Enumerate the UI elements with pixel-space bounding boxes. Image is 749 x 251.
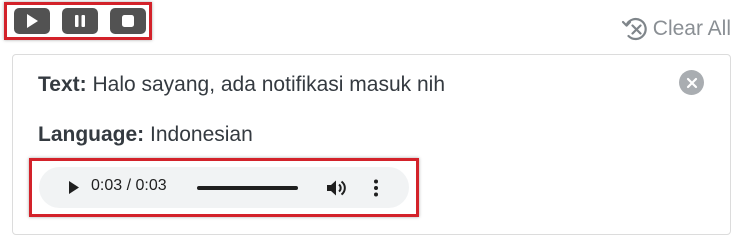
clear-all-label: Clear All (652, 17, 731, 40)
audio-progress-bar[interactable] (197, 186, 298, 190)
audio-player: 0:03 / 0:03 (39, 167, 409, 208)
play-icon[interactable] (67, 180, 81, 195)
language-value: Indonesian (150, 123, 253, 146)
history-clear-icon (621, 17, 647, 41)
language-label: Language: (38, 123, 145, 146)
pause-icon (75, 15, 85, 27)
text-label: Text: (38, 73, 87, 96)
pause-button[interactable] (62, 8, 98, 34)
tts-entry-card: Text: Halo sayang, ada notifikasi masuk … (12, 54, 731, 235)
audio-player-highlight: 0:03 / 0:03 (29, 158, 419, 217)
volume-icon[interactable] (325, 178, 347, 198)
more-vert-icon[interactable] (373, 178, 379, 198)
language-row: Language: Indonesian (38, 123, 253, 147)
play-icon (27, 14, 38, 28)
playback-controls (4, 2, 152, 40)
clear-all-button[interactable]: Clear All (620, 14, 731, 44)
remove-entry-button[interactable] (679, 70, 704, 95)
play-button[interactable] (14, 8, 50, 34)
stop-button[interactable] (110, 8, 146, 34)
page: Clear All Text: Halo sayang, ada notifik… (0, 0, 749, 251)
text-row: Text: Halo sayang, ada notifikasi masuk … (38, 73, 445, 97)
audio-time: 0:03 / 0:03 (91, 177, 167, 194)
text-value: Halo sayang, ada notifikasi masuk nih (92, 73, 445, 96)
close-circle-icon (686, 77, 697, 88)
stop-icon (122, 15, 134, 27)
